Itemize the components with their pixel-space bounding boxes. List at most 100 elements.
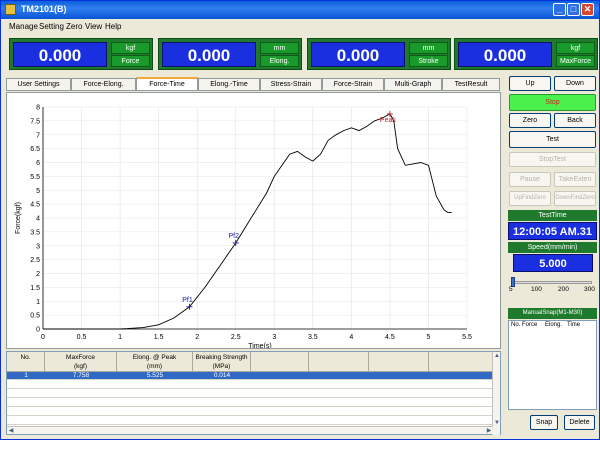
tab-force-time[interactable]: Force-Time [136, 77, 198, 91]
tab-test-result[interactable]: TestResult [442, 78, 500, 91]
tab-force-elong[interactable]: Force-Elong. [71, 78, 136, 91]
close-button[interactable]: ✕ [581, 3, 594, 16]
cell-no: 1 [24, 372, 28, 379]
y-tick-label: 4 [36, 216, 40, 223]
x-axis-label: Time(s) [248, 343, 271, 348]
pause-button[interactable]: Pause [509, 172, 551, 187]
app-icon [5, 4, 16, 15]
x-tick-label: 5.5 [462, 334, 472, 341]
y-tick-label: 0.5 [30, 313, 40, 320]
tab-user-settings[interactable]: User Settings [6, 78, 71, 91]
y-tick-label: 0 [36, 327, 40, 334]
test-time-label: TestTime [508, 210, 597, 221]
delete-button[interactable]: Delete [564, 415, 595, 430]
stop-button[interactable]: Stop [509, 94, 596, 111]
control-panel: Up Down Stop Zero Back Test StopTest Pau… [506, 76, 598, 436]
menu-manage[interactable]: Manage [9, 22, 38, 31]
y-tick-label: 7 [36, 132, 40, 139]
force-series-line [43, 113, 452, 330]
y-tick-label: 3.5 [30, 229, 40, 236]
menu-setting[interactable]: Setting [39, 22, 64, 31]
maxforce-value: 0.000 [458, 42, 552, 67]
y-tick-label: 2.5 [30, 257, 40, 264]
table-row[interactable]: 1 7.758 5.525 0.014 [7, 372, 493, 380]
menu-bar: Manage Setting Zero View Help [1, 20, 599, 35]
title-bar[interactable]: TM2101(B) _ □ ✕ [1, 1, 599, 19]
y-tick-label: 6 [36, 160, 40, 167]
marker-label: Pf1 [182, 297, 193, 304]
down-button[interactable]: Down [554, 76, 596, 91]
maximize-button[interactable]: □ [567, 3, 580, 16]
snap-col-time: Time [567, 322, 581, 328]
stroke-unit: mm [409, 42, 448, 54]
menu-help[interactable]: Help [105, 22, 121, 31]
up-button[interactable]: Up [509, 76, 551, 91]
y-tick-label: 3 [36, 243, 40, 250]
y-tick-label: 1.5 [30, 285, 40, 292]
x-tick-label: 4.5 [385, 334, 395, 341]
snap-col-force: Force [522, 322, 538, 328]
col-empty-2 [309, 352, 369, 372]
snap-col-elong: Elong. [545, 322, 563, 328]
x-tick-label: 2.5 [231, 334, 241, 341]
stroke-readout: 0.000 mm Stroke [307, 38, 451, 70]
force-value: 0.000 [13, 42, 107, 67]
y-tick-label: 5 [36, 188, 40, 195]
x-tick-label: 3 [272, 334, 276, 341]
col-empty-1 [251, 352, 309, 372]
table-horizontal-scrollbar[interactable]: ◀ ▶ [7, 426, 493, 434]
x-tick-label: 1.5 [154, 334, 164, 341]
stroke-label: Stroke [409, 55, 448, 67]
menu-view[interactable]: View [85, 22, 102, 31]
y-axis-label: Force(kgf) [15, 202, 22, 234]
table-row-empty [7, 390, 493, 398]
snap-button[interactable]: Snap [530, 415, 558, 430]
x-tick-label: 3.5 [308, 334, 318, 341]
snap-col-no: No. [511, 322, 521, 328]
speed-tick: 200 [558, 286, 569, 293]
manual-snap-list[interactable]: No. Force Elong. Time [508, 320, 597, 410]
test-button[interactable]: Test [509, 131, 596, 148]
scroll-down-icon[interactable]: ▼ [493, 419, 501, 427]
tab-multi-graph[interactable]: Multi-Graph [384, 78, 442, 91]
x-tick-label: 1 [118, 334, 122, 341]
col-elong-peak: Elong. @ Peak (mm) [117, 352, 193, 372]
minimize-button[interactable]: _ [553, 3, 566, 16]
maxforce-label: MaxForce [556, 55, 595, 67]
col-breaking-strength: Breaking Strength (MPa) [193, 352, 251, 372]
app-window: TM2101(B) _ □ ✕ Manage Setting Zero View… [0, 0, 600, 440]
table-row-empty [7, 408, 493, 416]
back-button[interactable]: Back [554, 113, 596, 128]
speed-value[interactable]: 5.000 [513, 254, 593, 272]
up-find-zero-button[interactable]: UpFindZero [509, 191, 551, 206]
cell-breaking-strength: 0.014 [213, 372, 231, 379]
force-unit: kgf [111, 42, 150, 54]
tab-stress-strain[interactable]: Stress-Strain [260, 78, 322, 91]
down-find-zero-button[interactable]: DownFindZero [554, 191, 596, 206]
table-vertical-scrollbar[interactable]: ▲ ▼ [492, 352, 500, 435]
y-tick-label: 8 [36, 105, 40, 112]
tab-force-strain[interactable]: Force-Strain [322, 78, 384, 91]
table-row-empty [7, 417, 493, 425]
scroll-right-icon[interactable]: ▶ [485, 427, 493, 435]
scroll-up-icon[interactable]: ▲ [493, 352, 501, 360]
zero-button[interactable]: Zero [509, 113, 551, 128]
take-exten-button[interactable]: TakeExten [554, 172, 596, 187]
force-readout: 0.000 kgf Force [9, 38, 153, 70]
results-table: No. MaxForce (kgf) Elong. @ Peak (mm) Br… [6, 351, 501, 435]
force-label: Force [111, 55, 150, 67]
y-tick-label: 2 [36, 271, 40, 278]
x-tick-label: 4 [349, 334, 353, 341]
x-tick-label: 0 [41, 334, 45, 341]
speed-slider[interactable] [512, 281, 592, 284]
elong-readout: 0.000 mm Elong. [158, 38, 302, 70]
window-title: TM2101(B) [21, 4, 67, 14]
stroke-value: 0.000 [311, 42, 405, 67]
table-row-empty [7, 381, 493, 389]
scroll-left-icon[interactable]: ◀ [7, 427, 15, 435]
elong-value: 0.000 [162, 42, 256, 67]
menu-zero[interactable]: Zero [66, 22, 82, 31]
stop-test-button[interactable]: StopTest [509, 152, 596, 167]
tab-elong-time[interactable]: Elong.-Time [198, 78, 260, 91]
maxforce-readout: 0.000 kgf MaxForce [454, 38, 598, 70]
